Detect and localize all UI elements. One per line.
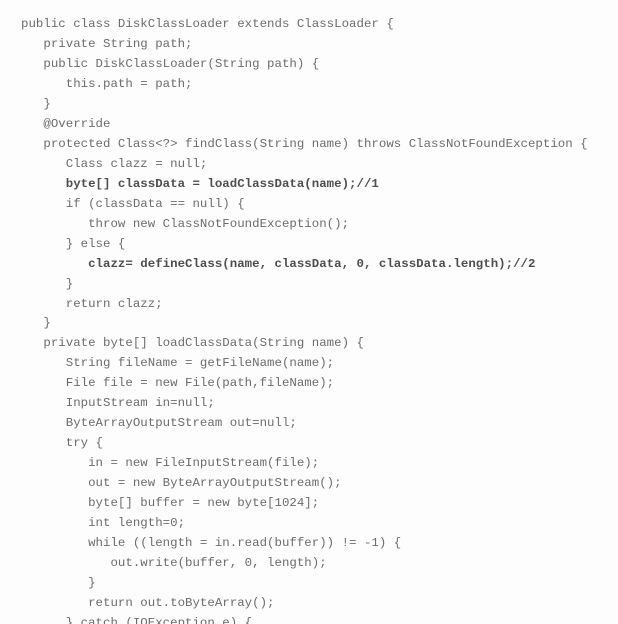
code-line: return clazz; [21,296,163,311]
code-line: public class DiskClassLoader extends Cla… [21,17,394,32]
code-line: } catch (IOException e) { [21,615,253,624]
code-line: } [21,575,96,590]
code-line: private byte[] loadClassData(String name… [21,336,364,351]
code-line: byte[] buffer = new byte[1024]; [21,495,320,510]
code-line: Class clazz = null; [21,156,208,171]
code-line: throw new ClassNotFoundException(); [21,216,350,231]
code-line: int length=0; [21,515,186,530]
code-line: InputStream in=null; [21,396,215,411]
code-line: out.write(buffer, 0, length); [21,555,327,570]
code-line: while ((length = in.read(buffer)) != -1)… [21,535,402,550]
code-line: File file = new File(path,fileName); [21,376,335,391]
code-line: this.path = path; [21,77,193,92]
code-line: ByteArrayOutputStream out=null; [21,416,297,431]
code-line: if (classData == null) { [21,196,245,211]
code-line: out = new ByteArrayOutputStream(); [21,475,342,490]
code-line: } [21,97,51,112]
code-line: private String path; [21,37,193,52]
code-line: } [21,316,51,331]
code-line: in = new FileInputStream(file); [21,456,320,471]
code-line: try { [21,436,104,451]
code-line: public DiskClassLoader(String path) { [21,57,320,72]
code-line: @Override [21,117,111,132]
java-code-listing: public class DiskClassLoader extends Cla… [0,12,618,624]
code-screenshot-page: public class DiskClassLoader extends Cla… [0,0,618,624]
code-line: byte[] classData = loadClassData(name);/… [21,176,379,191]
code-line: protected Class<?> findClass(String name… [21,137,588,152]
code-line: } else { [21,236,126,251]
code-line: } [21,276,74,291]
code-line: return out.toByteArray(); [21,595,275,610]
code-line: String fileName = getFileName(name); [21,356,335,371]
code-line: clazz= defineClass(name, classData, 0, c… [21,256,536,271]
